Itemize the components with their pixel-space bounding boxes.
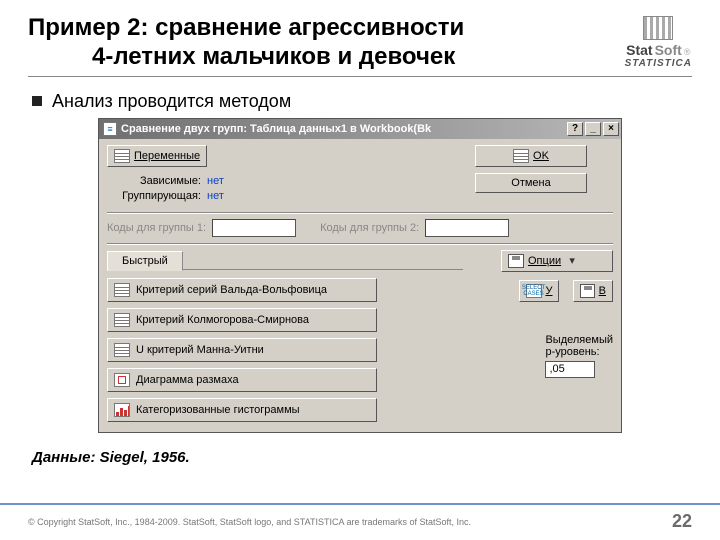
cancel-button[interactable]: Отмена <box>475 173 587 193</box>
select-cases-label: У <box>546 285 553 297</box>
dependent-label: Зависимые: <box>113 175 201 187</box>
plevel-input[interactable]: ,05 <box>545 361 595 378</box>
boxplot-label: Диаграмма размаха <box>136 374 239 386</box>
grouping-value: нет <box>207 190 224 202</box>
bullet-icon <box>32 96 42 106</box>
histograms-button[interactable]: Категоризованные гистограммы <box>107 398 377 422</box>
code2-label: Коды для группы 2: <box>320 222 419 234</box>
plevel-label-1: Выделяемый <box>545 334 613 346</box>
app-icon: ≡ <box>103 122 117 136</box>
options-label: Опции <box>528 255 561 267</box>
slide-title-2: 4-летних мальчиков и девочек <box>28 43 625 72</box>
dialog-window: ≡ Сравнение двух групп: Таблица данных1 … <box>98 118 622 433</box>
logo-icon <box>643 16 673 40</box>
ok-label: OK <box>533 150 549 162</box>
variables-label: Переменные <box>134 150 200 162</box>
ks-label: Критерий Колмогорова-Смирнова <box>136 314 309 326</box>
logo-subtitle: STATISTICA <box>625 58 692 69</box>
stack-icon <box>513 149 529 163</box>
code2-input[interactable] <box>425 219 509 237</box>
plevel-label-2: р-уровень: <box>545 346 613 358</box>
select-cases-icon: SELECT CASES <box>526 284 542 298</box>
grouping-label: Группирующая: <box>113 190 201 202</box>
page-number: 22 <box>672 511 692 532</box>
logo-brand-2: Soft <box>655 42 682 58</box>
cancel-label: Отмена <box>511 177 550 189</box>
stack-icon <box>114 313 130 327</box>
code1-label: Коды для группы 1: <box>107 222 206 234</box>
logo-brand-1: Stat <box>626 42 652 58</box>
floppy-icon <box>508 254 524 268</box>
close-button[interactable]: × <box>603 122 619 136</box>
chevron-down-icon: ▾ <box>565 254 579 267</box>
code1-input[interactable] <box>212 219 296 237</box>
help-button[interactable]: ? <box>567 122 583 136</box>
select-cases-button[interactable]: SELECT CASES У <box>519 280 559 302</box>
logo-tm: ® <box>684 47 691 57</box>
variables-button[interactable]: Переменные <box>107 145 207 167</box>
wald-wolfowitz-button[interactable]: Критерий серий Вальда-Вольфовица <box>107 278 377 302</box>
data-source: Данные: Siegel, 1956. <box>32 449 692 466</box>
options-button[interactable]: Опции ▾ <box>501 250 613 272</box>
stack-icon <box>114 283 130 297</box>
stack-icon <box>114 343 130 357</box>
copyright: © Copyright StatSoft, Inc., 1984-2009. S… <box>28 517 471 527</box>
weighted-label: В <box>599 285 606 297</box>
stack-icon <box>114 149 130 163</box>
weighted-button[interactable]: В <box>573 280 613 302</box>
ok-button[interactable]: OK <box>475 145 587 167</box>
weight-icon <box>580 284 595 298</box>
hist-label: Категоризованные гистограммы <box>136 404 300 416</box>
kolmogorov-smirnov-button[interactable]: Критерий Колмогорова-Смирнова <box>107 308 377 332</box>
bullet-text: Анализ проводится методом <box>52 91 291 112</box>
dependent-value: нет <box>207 175 224 187</box>
boxplot-button[interactable]: Диаграмма размаха <box>107 368 377 392</box>
slide-title-1: Пример 2: сравнение агрессивности <box>28 14 625 43</box>
tab-quick[interactable]: Быстрый <box>107 251 183 271</box>
mann-whitney-button[interactable]: U критерий Манна-Уитни <box>107 338 377 362</box>
mw-label: U критерий Манна-Уитни <box>136 344 264 356</box>
titlebar[interactable]: ≡ Сравнение двух групп: Таблица данных1 … <box>99 119 621 139</box>
histogram-icon <box>114 403 130 417</box>
wald-label: Критерий серий Вальда-Вольфовица <box>136 284 327 296</box>
minimize-button[interactable]: _ <box>585 122 601 136</box>
boxplot-icon <box>114 373 130 387</box>
statsoft-logo: StatSoft® STATISTICA <box>625 16 692 69</box>
window-title: Сравнение двух групп: Таблица данных1 в … <box>121 123 567 135</box>
